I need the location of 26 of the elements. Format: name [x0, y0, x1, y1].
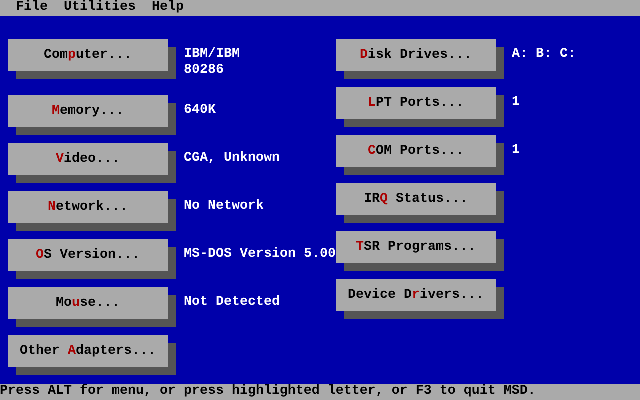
menu-item[interactable]: Utilities	[56, 0, 144, 16]
category-button[interactable]: Mouse...	[8, 287, 168, 319]
category-button[interactable]: OS Version...	[8, 239, 168, 271]
category-button[interactable]: Disk Drives...	[336, 39, 496, 71]
category-button[interactable]: Network...	[8, 191, 168, 223]
category-button[interactable]: COM Ports...	[336, 135, 496, 167]
info-value: No Network	[184, 198, 264, 215]
category-button[interactable]: Computer...	[8, 39, 168, 71]
info-value: 1	[512, 142, 520, 159]
category-button[interactable]: IRQ Status...	[336, 183, 496, 215]
info-value: 640K	[184, 102, 216, 119]
category-button[interactable]: Device Drivers...	[336, 279, 496, 311]
category-button[interactable]: Video...	[8, 143, 168, 175]
info-value: A: B: C:	[512, 46, 576, 63]
info-value: 1	[512, 94, 520, 111]
menu-item[interactable]: Help	[144, 0, 192, 16]
category-button[interactable]: Other Adapters...	[8, 335, 168, 367]
category-button[interactable]: LPT Ports...	[336, 87, 496, 119]
info-value: MS-DOS Version 5.00	[184, 246, 336, 263]
category-button[interactable]: Memory...	[8, 95, 168, 127]
info-value: IBM/IBM 80286	[184, 46, 240, 79]
info-value: Not Detected	[184, 294, 280, 311]
status-text: Press ALT for menu, or press highlighted letter, or F3 to quit MSD.	[0, 384, 537, 400]
category-button[interactable]: TSR Programs...	[336, 231, 496, 263]
info-value: CGA, Unknown	[184, 150, 280, 167]
menu-item[interactable]: File	[8, 0, 56, 16]
